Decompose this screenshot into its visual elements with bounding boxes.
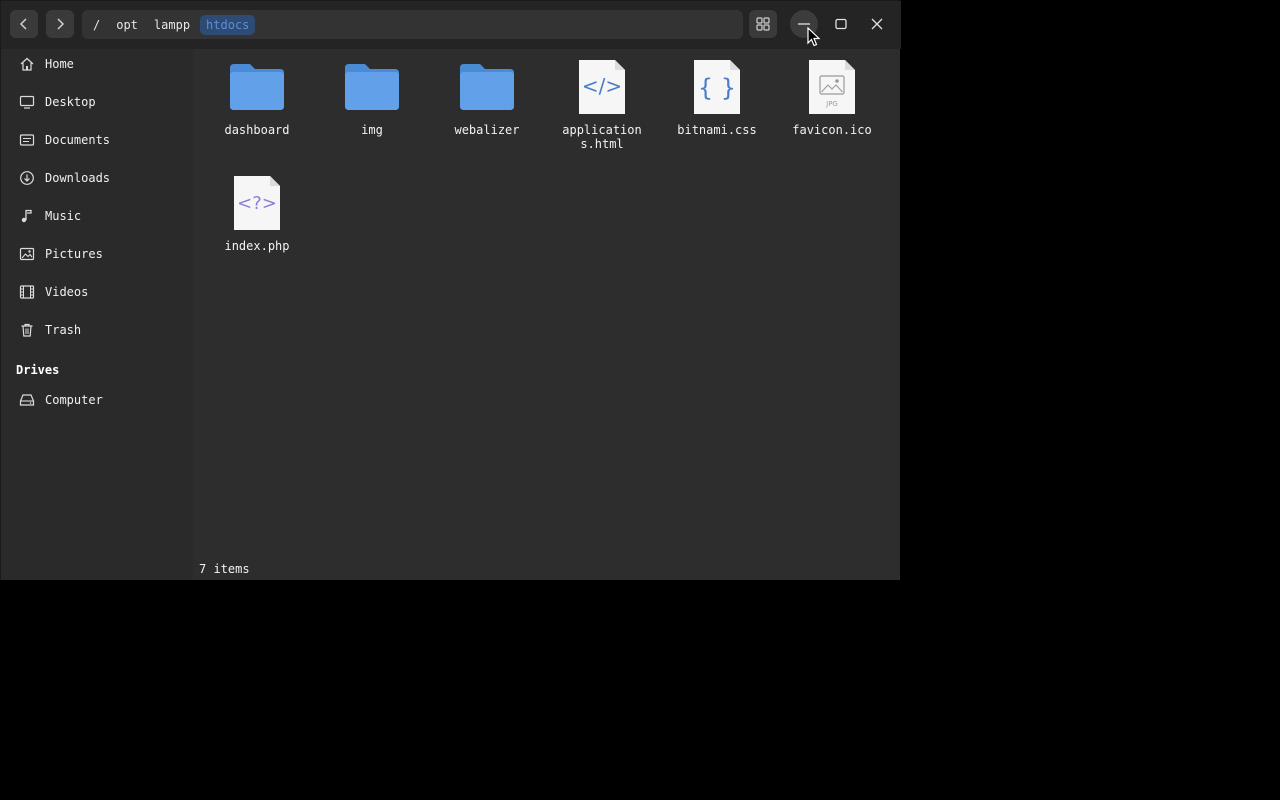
folder-icon [345,64,399,110]
sidebar-item-label: Desktop [45,95,96,109]
breadcrumb-root[interactable]: / [87,15,106,35]
maximize-icon [835,18,847,30]
sidebar-item-label: Documents [45,133,111,147]
file-name: index.php [224,239,290,253]
svg-text:<?>: <?> [237,193,277,214]
sidebar-item-desktop[interactable]: Desktop [9,86,185,118]
file-item-applications-html[interactable]: </> applications.html [552,55,652,151]
file-manager-window: / opt lampp htdocs Home Desktop Document… [0,0,901,580]
folder-icon [460,64,514,110]
svg-text:{ }: { } [698,74,736,102]
sidebar-item-label: Home [45,57,74,71]
maximize-button[interactable] [827,10,855,38]
file-name: applications.html [562,123,642,151]
file-name: bitnami.css [677,123,757,137]
file-item-index-php[interactable]: <?> index.php [207,171,307,253]
view-grid-button[interactable] [749,10,777,38]
file-item-favicon-ico[interactable]: JPG favicon.ico [782,55,882,137]
sidebar-item-label: Trash [45,323,82,337]
header-bar: / opt lampp htdocs [1,1,901,49]
drive-icon [18,391,36,409]
folder-icon [230,64,284,110]
sidebar-item-label: Music [45,209,82,223]
file-name: favicon.ico [792,123,872,137]
file-item-webalizer[interactable]: webalizer [437,55,537,137]
sidebar-item-home[interactable]: Home [9,48,185,80]
sidebar-item-label: Videos [45,285,89,299]
sidebar-item-computer[interactable]: Computer [9,384,185,416]
sidebar: Home Desktop Documents Downloads Music P… [1,49,193,580]
breadcrumb-lampp[interactable]: lampp [148,15,196,35]
file-grid: dashboard img webalizer </> applications… [193,49,900,580]
breadcrumb-opt[interactable]: opt [110,15,144,35]
mouse-pointer-icon [807,27,821,47]
image-file-icon: JPG [809,60,855,114]
drives-heading: Drives [16,363,60,377]
pictures-icon [18,245,36,263]
close-icon [871,18,883,30]
sidebar-item-label: Pictures [45,247,103,261]
trash-icon [18,321,36,339]
forward-button[interactable] [46,10,74,38]
home-icon [18,55,36,73]
css-file-icon: { } [694,60,740,114]
item-count-status: 7 items [199,562,250,576]
file-item-img[interactable]: img [322,55,422,137]
grid-view-icon [756,17,770,31]
sidebar-item-trash[interactable]: Trash [9,314,185,346]
file-item-dashboard[interactable]: dashboard [207,55,307,137]
videos-icon [18,283,36,301]
downloads-icon [18,169,36,187]
file-name: img [361,123,383,137]
html-file-icon: </> [579,60,625,114]
sidebar-item-label: Computer [45,393,103,407]
music-icon [18,207,36,225]
sidebar-item-pictures[interactable]: Pictures [9,238,185,270]
svg-text:JPG: JPG [825,100,838,108]
sidebar-item-videos[interactable]: Videos [9,276,185,308]
documents-icon [18,131,36,149]
file-name: dashboard [224,123,290,137]
desktop-icon [18,93,36,111]
php-file-icon: <?> [234,176,280,230]
file-name: webalizer [454,123,520,137]
breadcrumb-htdocs[interactable]: htdocs [200,14,256,35]
sidebar-item-documents[interactable]: Documents [9,124,185,156]
back-button[interactable] [10,10,38,38]
path-bar[interactable]: / opt lampp htdocs [82,10,743,39]
chevron-left-icon [19,18,27,30]
sidebar-item-music[interactable]: Music [9,200,185,232]
sidebar-item-downloads[interactable]: Downloads [9,162,185,194]
chevron-right-icon [57,18,65,30]
sidebar-item-label: Downloads [45,171,111,185]
file-item-bitnami-css[interactable]: { } bitnami.css [667,55,767,137]
svg-text:</>: </> [582,74,622,98]
close-button[interactable] [863,10,891,38]
